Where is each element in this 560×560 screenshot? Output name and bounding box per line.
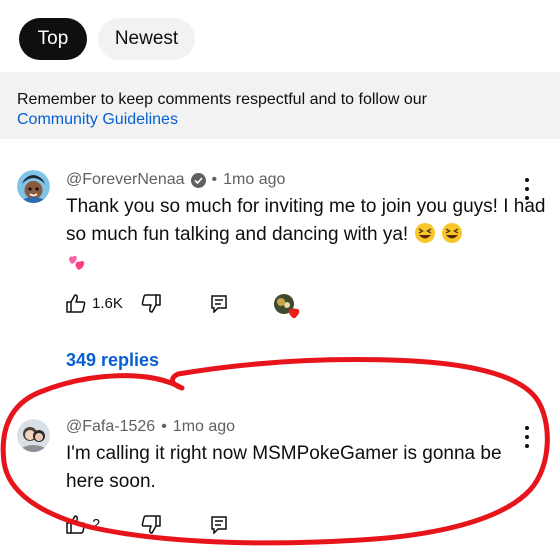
guidelines-text: Remember to keep comments respectful and… (17, 91, 427, 108)
dislike-button[interactable] (141, 294, 161, 313)
creator-heart-icon (274, 294, 300, 318)
thumbs-up-icon (66, 515, 86, 534)
dislike-button[interactable] (141, 515, 161, 534)
view-replies-link[interactable]: 349 replies (66, 350, 159, 371)
reply-button[interactable] (211, 516, 227, 534)
grinning-squinting-face-icon (414, 223, 435, 243)
reply-button[interactable] (211, 295, 227, 313)
comment-text: Thank you so much for inviting me to joi… (66, 193, 546, 277)
community-guidelines-link[interactable]: Community Guidelines (17, 110, 560, 130)
comment-text: I'm calling it right now MSMPokeGamer is… (66, 440, 536, 496)
avatar[interactable] (17, 419, 50, 452)
thumbs-down-icon (141, 515, 161, 534)
thumbs-up-icon (66, 294, 86, 313)
comment-text-content: I'm calling it right now MSMPokeGamer is… (66, 443, 502, 492)
comment-time[interactable]: 1mo ago (223, 171, 285, 189)
verified-check-icon (190, 172, 206, 188)
meta-separator: • (211, 171, 218, 188)
reply-icon (211, 516, 227, 534)
avatar[interactable] (17, 170, 50, 203)
meta-separator: • (161, 418, 167, 435)
sort-top-chip[interactable]: Top (19, 18, 87, 60)
like-button[interactable]: 1.6K (66, 294, 123, 313)
comment-author[interactable]: @Fafa-1526 (66, 418, 155, 436)
like-button[interactable]: 2 (66, 515, 100, 534)
comment-time[interactable]: 1mo ago (173, 418, 235, 436)
comment-text-content: Thank you so much for inviting me to joi… (66, 196, 546, 245)
like-count: 2 (92, 516, 101, 533)
thumbs-down-icon (141, 294, 161, 313)
creator-heart-badge (272, 293, 302, 319)
grinning-squinting-face-icon (441, 223, 462, 243)
comment-author[interactable]: @ForeverNenaa (66, 171, 185, 189)
comment-meta: @ForeverNenaa • 1mo ago (66, 171, 285, 189)
sort-newest-chip[interactable]: Newest (98, 18, 195, 60)
sort-chips: Top Newest (19, 18, 195, 60)
two-hearts-icon (69, 255, 85, 270)
like-count: 1.6K (92, 295, 123, 312)
guidelines-notice: Remember to keep comments respectful and… (0, 72, 560, 139)
reply-icon (211, 295, 227, 313)
comment-meta: @Fafa-1526 • 1mo ago (66, 418, 235, 436)
